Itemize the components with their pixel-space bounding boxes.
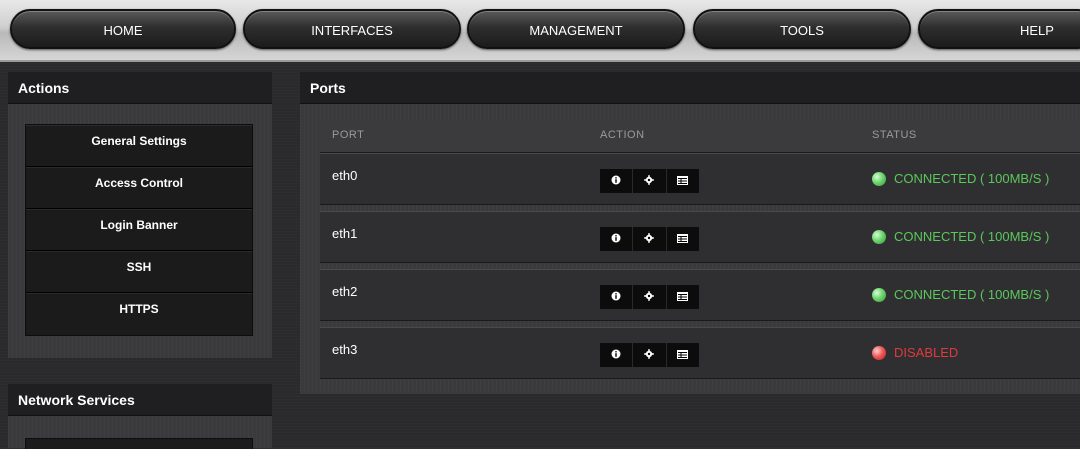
network-services-title: Network Services	[8, 384, 272, 416]
network-services-panel: Network Services	[8, 384, 272, 449]
nav-home-button[interactable]: HOME	[10, 9, 236, 49]
action-general-settings[interactable]: General Settings	[26, 125, 252, 167]
action-ssh[interactable]: SSH	[26, 251, 252, 293]
actions-panel-title: Actions	[8, 72, 272, 104]
column-header-port: PORT	[332, 129, 365, 141]
table-button[interactable]	[666, 285, 699, 309]
nav-tools-button[interactable]: TOOLS	[693, 9, 911, 49]
actions-panel: Actions General Settings Access Control …	[8, 72, 272, 358]
gear-icon	[644, 346, 655, 364]
port-action-buttons	[600, 343, 699, 367]
table-button[interactable]	[666, 227, 699, 251]
nav-help-button[interactable]: HELP	[918, 9, 1080, 49]
gear-button[interactable]	[633, 169, 667, 193]
port-status: CONNECTED ( 100MB/S )	[894, 287, 1050, 302]
status-indicator-icon	[872, 230, 886, 244]
status-indicator-icon	[872, 346, 886, 360]
port-name: eth1	[332, 226, 358, 241]
action-https[interactable]: HTTPS	[26, 293, 252, 335]
port-name: eth3	[332, 342, 358, 357]
column-header-status: STATUS	[872, 129, 917, 141]
network-services-list	[25, 438, 253, 449]
table-icon	[677, 346, 689, 364]
table-icon	[677, 230, 689, 248]
nav-interfaces-button[interactable]: INTERFACES	[243, 9, 461, 49]
port-action-buttons	[600, 285, 699, 309]
action-access-control[interactable]: Access Control	[26, 167, 252, 209]
ports-panel-title: Ports	[300, 72, 1080, 104]
nav-management-button[interactable]: MANAGEMENT	[467, 9, 685, 49]
status-indicator-icon	[872, 172, 886, 186]
info-button[interactable]	[600, 169, 634, 193]
info-button[interactable]	[600, 285, 634, 309]
port-status: CONNECTED ( 100MB/S )	[894, 171, 1050, 186]
action-login-banner[interactable]: Login Banner	[26, 209, 252, 251]
port-name: eth2	[332, 284, 358, 299]
port-action-buttons	[600, 169, 699, 193]
status-indicator-icon	[872, 288, 886, 302]
port-status: DISABLED	[894, 345, 959, 360]
info-icon	[611, 346, 621, 364]
table-row: eth3 DISABLED	[320, 327, 1080, 379]
table-button[interactable]	[666, 343, 699, 367]
info-icon	[611, 230, 621, 248]
table-row: eth1 CONNECTED ( 100MB/S )	[320, 211, 1080, 263]
info-button[interactable]	[600, 227, 634, 251]
table-icon	[677, 288, 689, 306]
ports-table: PORT ACTION STATUS eth0 CONNECTED ( 100MB…	[320, 120, 1080, 385]
info-icon	[611, 288, 621, 306]
table-row: eth2 CONNECTED ( 100MB/S )	[320, 269, 1080, 321]
gear-button[interactable]	[633, 227, 667, 251]
actions-list: General Settings Access Control Login Ba…	[25, 124, 253, 336]
port-action-buttons	[600, 227, 699, 251]
gear-icon	[644, 288, 655, 306]
info-button[interactable]	[600, 343, 634, 367]
gear-icon	[644, 230, 655, 248]
port-name: eth0	[332, 168, 358, 183]
table-row: eth0 CONNECTED ( 100MB/S )	[320, 153, 1080, 205]
gear-button[interactable]	[633, 285, 667, 309]
port-status: CONNECTED ( 100MB/S )	[894, 229, 1050, 244]
ports-table-header: PORT ACTION STATUS	[320, 120, 1080, 153]
column-header-action: ACTION	[600, 129, 645, 141]
info-icon	[611, 172, 621, 190]
ports-panel: Ports PORT ACTION STATUS eth0 CONNECTED (…	[300, 72, 1080, 394]
table-button[interactable]	[666, 169, 699, 193]
top-navigation: HOME INTERFACES MANAGEMENT TOOLS HELP	[0, 0, 1080, 62]
gear-icon	[644, 172, 655, 190]
gear-button[interactable]	[633, 343, 667, 367]
table-icon	[677, 172, 689, 190]
